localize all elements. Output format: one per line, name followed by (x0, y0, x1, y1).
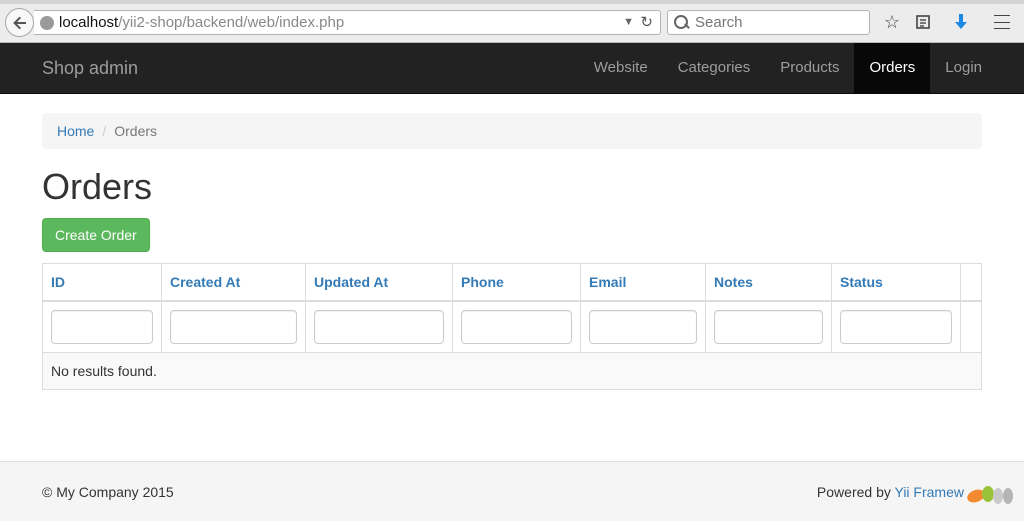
navbar-brand[interactable]: Shop admin (42, 58, 138, 79)
footer: © My Company 2015 Powered by Yii Framew (0, 461, 1024, 521)
filter-notes-input[interactable] (714, 309, 823, 344)
column-header-email: Email (580, 263, 706, 302)
sort-link-status[interactable]: Status (840, 274, 883, 290)
grid-header-row: ID Created At Updated At Phone Email Not… (42, 263, 982, 302)
url-bar[interactable]: localhost/yii2-shop/backend/web/index.ph… (34, 10, 661, 35)
navbar-menu: Website Categories Products Orders Login (579, 43, 997, 93)
column-header-id: ID (42, 263, 162, 302)
nav-item-categories[interactable]: Categories (663, 43, 766, 93)
column-header-created-at: Created At (161, 263, 306, 302)
filter-status-input[interactable] (840, 309, 952, 344)
column-header-status: Status (831, 263, 961, 302)
footer-powered-by: Powered by Yii Framew (817, 484, 964, 500)
column-header-notes: Notes (705, 263, 832, 302)
search-icon (673, 14, 691, 32)
url-text: localhost/yii2-shop/backend/web/index.ph… (59, 14, 344, 31)
nav-item-orders[interactable]: Orders (854, 43, 931, 93)
bookmark-star-icon[interactable]: ☆ (882, 12, 902, 32)
download-icon[interactable] (951, 12, 971, 32)
filter-cell (831, 300, 961, 353)
search-bar[interactable]: Search (667, 10, 870, 35)
navbar: Shop admin Website Categories Products O… (0, 43, 1024, 94)
menu-icon[interactable] (992, 12, 1012, 32)
orders-grid: ID Created At Updated At Phone Email Not… (42, 263, 982, 390)
yii-logo-icon (967, 486, 1013, 504)
filter-phone-input[interactable] (461, 309, 572, 344)
filter-id-input[interactable] (51, 309, 153, 344)
filter-cell (705, 300, 832, 353)
grid-empty-row: No results found. (42, 352, 982, 390)
create-order-button[interactable]: Create Order (42, 218, 150, 252)
breadcrumb: Home / Orders (42, 113, 982, 149)
filter-cell (452, 300, 581, 353)
search-placeholder: Search (695, 14, 743, 31)
reading-list-icon[interactable] (913, 12, 933, 32)
column-header-actions (960, 263, 982, 302)
url-host: localhost (59, 14, 119, 31)
footer-copyright: © My Company 2015 (42, 484, 174, 500)
nav-item-login[interactable]: Login (930, 43, 997, 93)
sort-link-notes[interactable]: Notes (714, 274, 753, 290)
back-arrow-icon (12, 16, 26, 29)
powered-by-text: Powered by (816, 484, 895, 500)
breadcrumb-home[interactable]: Home (57, 123, 94, 139)
empty-message: No results found. (42, 352, 982, 390)
column-header-updated-at: Updated At (305, 263, 453, 302)
browser-toolbar: localhost/yii2-shop/backend/web/index.ph… (0, 0, 1024, 43)
filter-email-input[interactable] (589, 309, 697, 344)
filter-cell-actions (960, 300, 982, 353)
globe-icon (40, 15, 54, 30)
tab-strip (0, 0, 1024, 4)
filter-cell (305, 300, 453, 353)
column-header-phone: Phone (452, 263, 581, 302)
breadcrumb-separator: / (102, 123, 107, 139)
grid-filter-row (42, 300, 982, 353)
filter-updated-at-input[interactable] (314, 309, 444, 344)
url-path: /yii2-shop/backend/web/index.php (118, 14, 345, 31)
sort-link-email[interactable]: Email (589, 274, 626, 290)
nav-item-products[interactable]: Products (765, 43, 854, 93)
back-button[interactable] (5, 8, 34, 37)
sort-link-updated-at[interactable]: Updated At (314, 274, 388, 290)
dropdown-arrow-icon[interactable]: ▼ (623, 16, 634, 28)
sort-link-id[interactable]: ID (51, 274, 65, 290)
main-container: Home / Orders Orders Create Order ID Cre… (42, 113, 982, 390)
filter-cell (42, 300, 162, 353)
filter-cell (161, 300, 306, 353)
nav-item-website[interactable]: Website (579, 43, 663, 93)
yii-framework-link[interactable]: Yii Framew (895, 484, 965, 500)
page-title: Orders (42, 166, 153, 207)
breadcrumb-current: Orders (114, 123, 158, 139)
reload-icon[interactable]: ↻ (640, 13, 653, 31)
filter-cell (580, 300, 706, 353)
filter-created-at-input[interactable] (170, 309, 297, 344)
sort-link-created-at[interactable]: Created At (170, 274, 240, 290)
sort-link-phone[interactable]: Phone (461, 274, 504, 290)
